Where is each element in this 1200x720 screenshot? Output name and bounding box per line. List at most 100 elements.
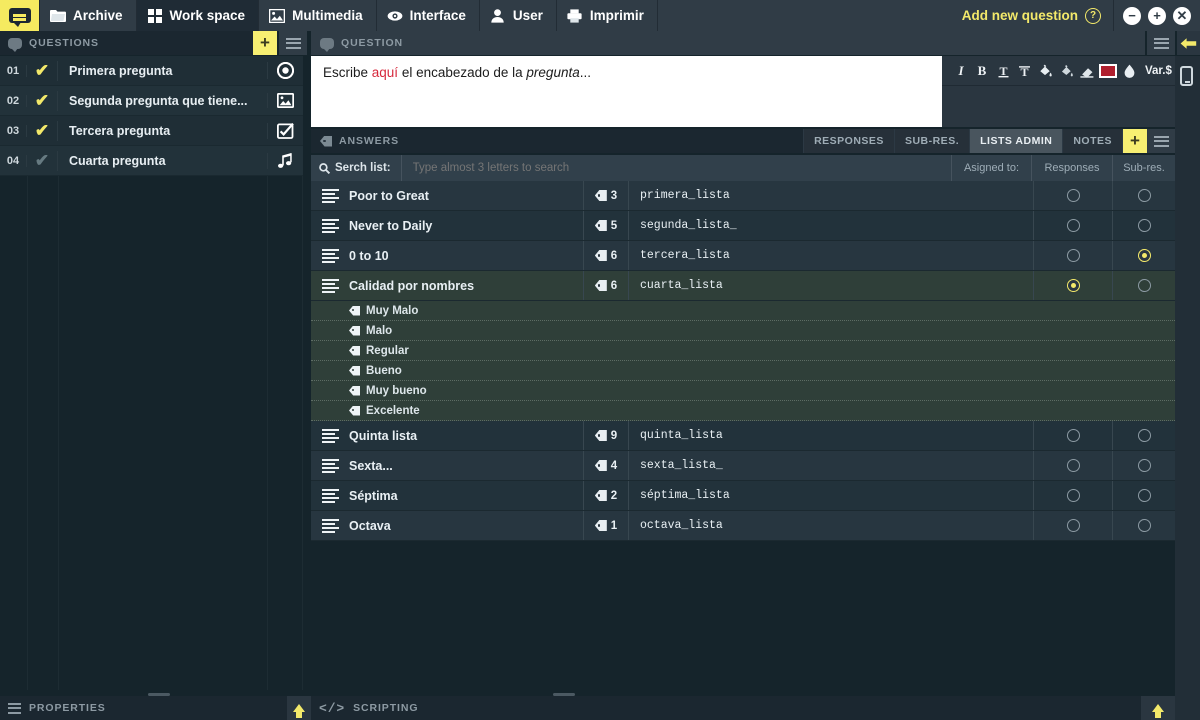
maximize-button[interactable]: + xyxy=(1148,7,1166,25)
table-row[interactable]: Séptima 2 séptima_lista xyxy=(311,481,1175,511)
responses-cell[interactable] xyxy=(1034,181,1113,210)
list-handle-icon[interactable] xyxy=(311,271,349,300)
subres-radio[interactable] xyxy=(1138,459,1151,472)
table-row[interactable]: 0 to 10 6 tercera_lista xyxy=(311,241,1175,271)
subres-cell[interactable] xyxy=(1113,421,1175,450)
responses-radio[interactable] xyxy=(1067,459,1080,472)
question-status-check[interactable]: ✔ xyxy=(27,91,58,111)
subres-cell[interactable] xyxy=(1113,181,1175,210)
question-row[interactable]: 04 ✔ Cuarta pregunta xyxy=(0,146,303,176)
tab-notes[interactable]: NOTES xyxy=(1062,129,1122,153)
responses-cell[interactable] xyxy=(1034,511,1113,540)
list-handle-icon[interactable] xyxy=(311,211,349,240)
scripting-panel-header[interactable]: </> SCRIPTING xyxy=(311,696,1141,720)
responses-cell[interactable] xyxy=(1034,481,1113,510)
responses-radio[interactable] xyxy=(1067,519,1080,532)
properties-panel-header[interactable]: PROPERTIES xyxy=(0,696,287,720)
list-item[interactable]: Regular xyxy=(311,341,1175,361)
checkbox-icon[interactable] xyxy=(267,123,303,139)
menu-tab-imprimir[interactable]: Imprimir xyxy=(557,0,658,31)
table-row-selected[interactable]: Calidad por nombres 6 cuarta_lista xyxy=(311,271,1175,301)
list-item[interactable]: Muy Malo xyxy=(311,301,1175,321)
table-row[interactable]: Never to Daily 5 segunda_lista_ xyxy=(311,211,1175,241)
add-list-button[interactable]: + xyxy=(1122,129,1147,153)
subres-radio[interactable] xyxy=(1138,219,1151,232)
list-item[interactable]: Muy bueno xyxy=(311,381,1175,401)
subres-radio[interactable] xyxy=(1138,279,1151,292)
questions-menu-button[interactable] xyxy=(279,31,307,55)
app-logo[interactable] xyxy=(0,0,40,31)
responses-radio[interactable] xyxy=(1067,249,1080,262)
collapse-right-button[interactable] xyxy=(1177,31,1200,55)
subres-radio-selected[interactable] xyxy=(1138,249,1151,262)
list-item[interactable]: Bueno xyxy=(311,361,1175,381)
image-icon[interactable] xyxy=(267,93,303,108)
mobile-preview-icon[interactable] xyxy=(1180,66,1193,86)
expand-scripting-button[interactable] xyxy=(1141,696,1175,720)
variable-button[interactable]: Var.$ xyxy=(1145,65,1172,77)
responses-radio[interactable] xyxy=(1067,489,1080,502)
list-handle-icon[interactable] xyxy=(311,481,349,510)
add-new-question-button[interactable]: Add new question ? xyxy=(950,0,1114,31)
list-handle-icon[interactable] xyxy=(311,241,349,270)
subres-cell[interactable] xyxy=(1113,481,1175,510)
minimize-button[interactable]: − xyxy=(1123,7,1141,25)
table-row[interactable]: Octava 1 octava_lista xyxy=(311,511,1175,541)
answers-menu-button[interactable] xyxy=(1147,129,1175,153)
responses-cell[interactable] xyxy=(1034,421,1113,450)
question-text-editor[interactable]: Escribe aquí el encabezado de la pregunt… xyxy=(311,56,942,127)
responses-cell[interactable] xyxy=(1034,451,1113,480)
question-status-check[interactable]: ✔ xyxy=(27,121,58,141)
tab-responses[interactable]: RESPONSES xyxy=(803,129,894,153)
subres-cell[interactable] xyxy=(1113,211,1175,240)
list-handle-icon[interactable] xyxy=(311,511,349,540)
menu-tab-work-space[interactable]: Work space xyxy=(137,0,260,31)
responses-radio[interactable] xyxy=(1067,429,1080,442)
question-row[interactable]: 02 ✔ Segunda pregunta que tiene... xyxy=(0,86,303,116)
expand-properties-button[interactable] xyxy=(287,696,311,720)
subres-cell[interactable] xyxy=(1113,451,1175,480)
subres-radio[interactable] xyxy=(1138,489,1151,502)
add-question-button[interactable]: + xyxy=(253,31,277,55)
ink-drop-icon[interactable] xyxy=(1120,60,1138,82)
list-handle-icon[interactable] xyxy=(311,181,349,210)
text-color-swatch[interactable] xyxy=(1099,64,1117,78)
question-menu-button[interactable] xyxy=(1147,31,1175,55)
responses-cell[interactable] xyxy=(1034,271,1113,300)
responses-cell[interactable] xyxy=(1034,211,1113,240)
question-row[interactable]: 03 ✔ Tercera pregunta xyxy=(0,116,303,146)
subres-radio[interactable] xyxy=(1138,429,1151,442)
tab-sub-res[interactable]: SUB-RES. xyxy=(894,129,969,153)
subres-cell[interactable] xyxy=(1113,271,1175,300)
question-row[interactable]: 01 ✔ Primera pregunta xyxy=(0,56,303,86)
help-icon[interactable]: ? xyxy=(1085,8,1101,24)
menu-tab-archive[interactable]: Archive xyxy=(40,0,137,31)
responses-radio[interactable] xyxy=(1067,189,1080,202)
subres-radio[interactable] xyxy=(1138,519,1151,532)
table-row[interactable]: Quinta lista 9 quinta_lista xyxy=(311,421,1175,451)
responses-radio-selected[interactable] xyxy=(1067,279,1080,292)
question-status-check[interactable]: ✔ xyxy=(27,61,58,81)
music-note-icon[interactable] xyxy=(267,153,303,169)
search-input[interactable] xyxy=(402,155,951,181)
radio-target-icon[interactable] xyxy=(267,62,303,79)
list-handle-icon[interactable] xyxy=(311,421,349,450)
list-item[interactable]: Malo xyxy=(311,321,1175,341)
paint-bucket-alt-icon[interactable] xyxy=(1057,60,1075,82)
italic-button[interactable]: I xyxy=(952,60,970,82)
strikethrough-button[interactable]: T xyxy=(1015,60,1033,82)
menu-tab-interface[interactable]: Interface xyxy=(377,0,480,31)
responses-radio[interactable] xyxy=(1067,219,1080,232)
subres-cell[interactable] xyxy=(1113,241,1175,270)
subres-radio[interactable] xyxy=(1138,189,1151,202)
menu-tab-multimedia[interactable]: Multimedia xyxy=(259,0,377,31)
menu-tab-user[interactable]: User xyxy=(480,0,557,31)
tab-lists-admin[interactable]: LISTS ADMIN xyxy=(969,129,1062,153)
table-row[interactable]: Poor to Great 3 primera_lista xyxy=(311,181,1175,211)
paint-bucket-icon[interactable] xyxy=(1036,60,1054,82)
eraser-icon[interactable] xyxy=(1078,60,1096,82)
list-item[interactable]: Excelente xyxy=(311,401,1175,421)
underline-button[interactable]: T xyxy=(994,60,1012,82)
list-handle-icon[interactable] xyxy=(311,451,349,480)
responses-cell[interactable] xyxy=(1034,241,1113,270)
